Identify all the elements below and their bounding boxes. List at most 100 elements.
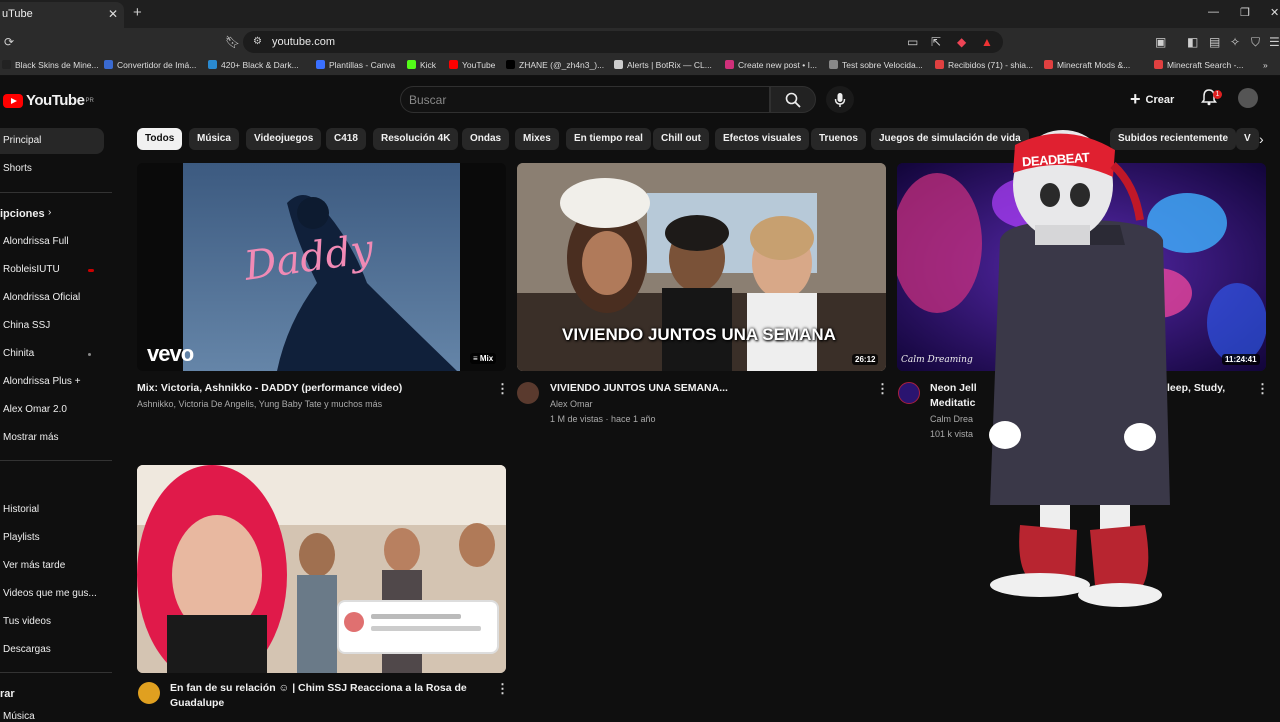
filter-chip[interactable]: Música [189, 128, 239, 150]
video-title-start[interactable]: En fan de su relación ☺ | Chim SSJ Reacc… [170, 682, 467, 694]
sidebar-item[interactable]: Alondrissa Plus + [3, 376, 81, 387]
sidebar-item[interactable]: Playlists [3, 532, 40, 543]
video-title[interactable]: VIVIENDO JUNTOS UNA SEMANA... [550, 382, 728, 394]
search-button[interactable] [770, 86, 816, 113]
bookmark-item[interactable]: Minecraft Mods &... [1044, 60, 1130, 70]
bookmark-item[interactable]: YouTube [449, 60, 495, 70]
chips-next-icon[interactable]: › [1259, 131, 1264, 147]
youtube-logo[interactable]: YouTube PR [3, 92, 94, 109]
bookmark-item[interactable]: Alerts | BotRix — CL... [614, 60, 712, 70]
wallet-icon[interactable]: ▤ [1209, 35, 1220, 49]
menu-icon[interactable]: ☰ [1269, 35, 1280, 49]
more-options-icon[interactable]: ⋮ [496, 681, 509, 697]
sidebar-item[interactable]: Historial [3, 504, 39, 515]
sidebar-item[interactable]: rar [0, 688, 15, 700]
channel-avatar[interactable] [517, 382, 539, 404]
sidebar-item[interactable]: Tus videos [3, 616, 51, 627]
sidebar-item[interactable]: RobleisIUTU [3, 264, 60, 275]
filter-chip[interactable]: Mixes [515, 128, 559, 150]
filter-chip[interactable]: Videojuegos [246, 128, 322, 150]
filter-chip[interactable]: Resolución 4K [373, 128, 459, 150]
channel-avatar[interactable] [138, 682, 160, 704]
video-meta: 1 M de vistas · hace 1 año [550, 414, 656, 424]
sidebar-toggle-icon[interactable]: ◧ [1187, 35, 1198, 49]
url-text[interactable]: youtube.com [272, 36, 335, 48]
video-thumbnail[interactable]: VIVIENDO JUNTOS UNA SEMANA 26:12 [517, 163, 886, 371]
more-options-icon[interactable]: ⋮ [496, 381, 509, 397]
bookmark-item[interactable]: 420+ Black & Dark... [208, 60, 299, 70]
minimize-icon[interactable]: — [1208, 6, 1219, 18]
search-input[interactable] [401, 87, 769, 113]
url-box[interactable] [243, 31, 1003, 53]
video-title-start[interactable]: Neon Jell [930, 382, 977, 394]
sidebar-item[interactable]: Shorts [3, 163, 32, 174]
share-icon[interactable]: ⇱ [931, 35, 941, 49]
sidebar-item[interactable]: Alondrissa Oficial [3, 292, 80, 303]
youtube-play-icon [3, 93, 23, 108]
bookmark-favicon-icon [935, 60, 944, 69]
vpn-icon[interactable]: ⛉ [1251, 35, 1260, 50]
video-title-line2[interactable]: Meditatic [930, 397, 976, 409]
video-title-line2[interactable]: Guadalupe [170, 697, 224, 709]
sidebar-item[interactable]: ipciones [0, 208, 45, 220]
extension-icon[interactable]: ▣ [1155, 35, 1166, 49]
create-button[interactable]: + Crear [1130, 86, 1174, 113]
channel-avatar[interactable] [898, 382, 920, 404]
channel-name[interactable]: Alex Omar [550, 399, 593, 409]
filter-chip[interactable]: Chill out [653, 128, 709, 150]
voice-search-button[interactable] [826, 86, 854, 113]
filter-chip[interactable]: Efectos visuales [715, 128, 810, 150]
bookmark-item[interactable]: Recibidos (71) - shia... [935, 60, 1033, 70]
ai-icon[interactable]: ✧ [1230, 35, 1240, 49]
browser-tab[interactable]: uTube ✕ [0, 2, 124, 28]
bookmark-item[interactable]: Create new post • I... [725, 60, 817, 70]
filter-chip[interactable]: Ondas [462, 128, 510, 150]
filter-chip[interactable]: Truenos [811, 128, 866, 150]
sidebar-item[interactable]: Alex Omar 2.0 [3, 404, 67, 415]
bookmark-item[interactable]: Plantillas - Canva [316, 60, 395, 70]
new-tab-icon[interactable]: + [133, 4, 142, 21]
search-box[interactable] [400, 86, 770, 113]
sidebar-item[interactable]: China SSJ [3, 320, 50, 331]
sidebar-item[interactable]: Descargas [3, 644, 51, 655]
video-thumbnail[interactable] [137, 465, 506, 673]
brave-shield-icon[interactable]: ◆ [957, 35, 966, 49]
reload-icon[interactable]: ⟳ [4, 35, 14, 49]
bookmark-favicon-icon [506, 60, 515, 69]
more-options-icon[interactable]: ⋮ [876, 381, 889, 397]
site-info-icon[interactable]: ⚙ [253, 36, 262, 47]
rewards-icon[interactable]: ▲ [981, 35, 993, 49]
bookmark-item[interactable]: Convertidor de Imá... [104, 60, 196, 70]
sidebar-item[interactable]: Chinita [3, 348, 34, 359]
video-title[interactable]: Mix: Victoria, Ashnikko - DADDY (perform… [137, 382, 402, 394]
bookmark-icon[interactable]: 🔖︎ [225, 35, 240, 49]
sidebar-item[interactable]: Música [3, 711, 35, 722]
bookmark-item[interactable]: Kick [407, 60, 436, 70]
channel-name[interactable]: Calm Drea [930, 414, 973, 424]
account-avatar[interactable] [1238, 88, 1258, 108]
video-title-end[interactable]: leep, Study, [1167, 382, 1225, 394]
bookmark-item[interactable]: Test sobre Velocida... [829, 60, 923, 70]
maximize-icon[interactable]: ❐ [1240, 6, 1250, 19]
filter-chip[interactable]: C418 [326, 128, 366, 150]
cast-icon[interactable]: ▭ [907, 35, 918, 49]
sidebar-item[interactable]: Videos que me gus... [3, 588, 97, 599]
window-close-icon[interactable]: ✕ [1270, 6, 1279, 19]
sidebar-item[interactable]: Ver más tarde [3, 560, 65, 571]
bookmark-item[interactable]: Black Skins de Mine... [2, 60, 99, 70]
video-thumbnail[interactable]: Daddy vevo ≡ Mix [137, 163, 506, 371]
create-label: Crear [1145, 93, 1175, 106]
filter-chip[interactable]: V [1236, 128, 1259, 150]
filter-chip[interactable]: Todos [137, 128, 183, 150]
subscriptions-chevron-icon[interactable]: › [48, 207, 51, 218]
sidebar-item[interactable]: Alondrissa Full [3, 236, 69, 247]
close-tab-icon[interactable]: ✕ [108, 2, 118, 26]
bookmark-label: Plantillas - Canva [329, 60, 396, 70]
more-options-icon[interactable]: ⋮ [1256, 381, 1269, 397]
bookmark-item[interactable]: Minecraft Search -... [1154, 60, 1244, 70]
filter-chip[interactable]: En tiempo real [566, 128, 651, 150]
bookmarks-overflow-icon[interactable]: » [1263, 60, 1268, 70]
sidebar-item[interactable]: Mostrar más [3, 432, 59, 443]
bookmark-item[interactable]: ZHANE (@_zh4n3_)... [506, 60, 604, 70]
sidebar-item[interactable]: Principal [3, 135, 41, 146]
